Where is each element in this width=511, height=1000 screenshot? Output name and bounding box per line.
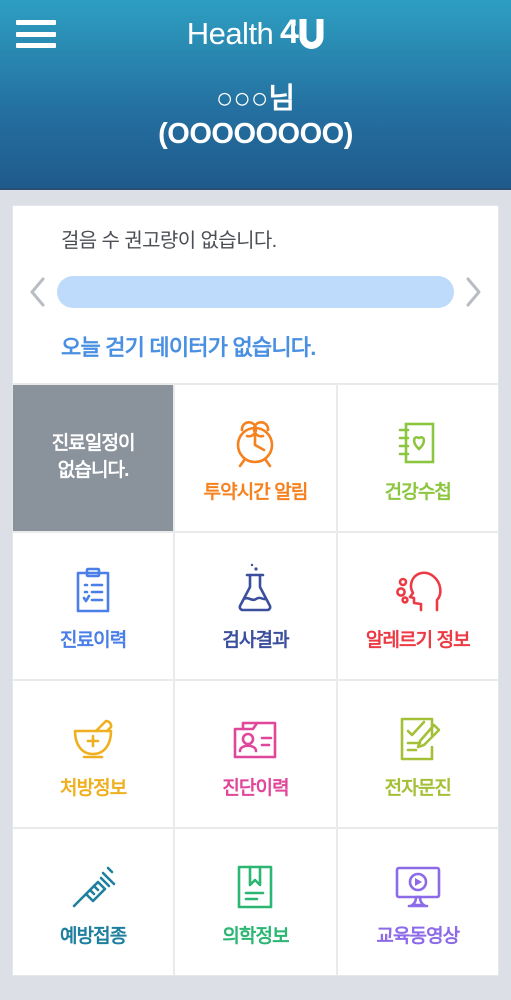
- survey-pen-icon: [388, 706, 448, 772]
- app-logo-text: Health: [186, 15, 274, 51]
- tile-vaccination[interactable]: 예방접종: [13, 828, 174, 975]
- lab-flask-icon: [225, 558, 285, 624]
- tile-health-notebook[interactable]: 건강수첩: [337, 384, 498, 531]
- app-root: Health 4 ○○○님 (OOOOOOOO) 걸음 수 권고량이 없습니다.: [0, 0, 511, 1000]
- alarm-clock-icon: [225, 410, 285, 476]
- user-id: (OOOOOOOO): [158, 118, 353, 151]
- clipboard-checklist-icon: [63, 558, 123, 624]
- syringe-icon: [63, 854, 123, 920]
- tile-label: 예방접종: [60, 926, 127, 948]
- tile-label: 전자문진: [384, 778, 452, 800]
- menu-grid: 진료일정이 없습니다. 투약시간 알림 건강수첩 진료이력 검사결과 알레르기 …: [13, 382, 498, 975]
- tile-test-results[interactable]: 검사결과: [175, 532, 336, 679]
- step-progress-row: [13, 254, 498, 312]
- step-empty-message: 오늘 걷기 데이터가 없습니다.: [61, 335, 316, 360]
- book-bookmark-icon: [225, 854, 285, 920]
- step-counter-panel: 걸음 수 권고량이 없습니다. 오늘 걷기 데이터가 없습니다.: [13, 206, 498, 383]
- id-card-person-icon: [225, 706, 285, 772]
- tile-label: 교육동영상: [376, 926, 460, 948]
- main-card: 걸음 수 권고량이 없습니다. 오늘 걷기 데이터가 없습니다. 진료일정이 없…: [12, 205, 499, 976]
- appointment-empty-text: 진료일정이 없습니다.: [51, 432, 136, 481]
- app-logo[interactable]: Health 4: [0, 13, 511, 59]
- tile-diagnosis-history[interactable]: 진단이력: [175, 680, 336, 827]
- tile-electronic-questionnaire[interactable]: 전자문진: [337, 680, 498, 827]
- tile-label: 진단이력: [222, 778, 289, 800]
- tile-label: 건강수첩: [384, 482, 452, 504]
- tile-medical-info[interactable]: 의학정보: [175, 828, 336, 975]
- tile-label: 투약시간 알림: [203, 482, 309, 504]
- app-header: Health 4 ○○○님 (OOOOOOOO): [0, 0, 511, 190]
- chevron-right-icon[interactable]: [459, 272, 487, 312]
- health-notebook-heart-icon: [388, 410, 448, 476]
- user-name: ○○○님: [215, 83, 296, 115]
- allergy-head-icon: [388, 558, 448, 624]
- logo-4u-icon: 4: [280, 13, 324, 53]
- tile-allergy-info[interactable]: 알레르기 정보: [337, 532, 498, 679]
- mortar-pestle-icon: [63, 706, 123, 772]
- tile-label: 알레르기 정보: [365, 630, 471, 652]
- tile-label: 의학정보: [222, 926, 289, 948]
- tile-label: 검사결과: [222, 630, 289, 652]
- tile-label: 진료이력: [60, 630, 127, 652]
- tile-appointment-placeholder: 진료일정이 없습니다.: [13, 384, 174, 531]
- tile-education-video[interactable]: 교육동영상: [337, 828, 498, 975]
- tile-label: 처방정보: [60, 778, 127, 800]
- tile-treatment-history[interactable]: 진료이력: [13, 532, 174, 679]
- step-recommendation-text: 걸음 수 권고량이 없습니다.: [61, 230, 277, 252]
- tile-medication-alarm[interactable]: 투약시간 알림: [175, 384, 336, 531]
- video-monitor-play-icon: [388, 854, 448, 920]
- tile-prescription-info[interactable]: 처방정보: [13, 680, 174, 827]
- chevron-left-icon[interactable]: [24, 272, 52, 312]
- user-identity: ○○○님 (OOOOOOOO): [0, 82, 511, 153]
- step-progress-bar[interactable]: [57, 276, 454, 308]
